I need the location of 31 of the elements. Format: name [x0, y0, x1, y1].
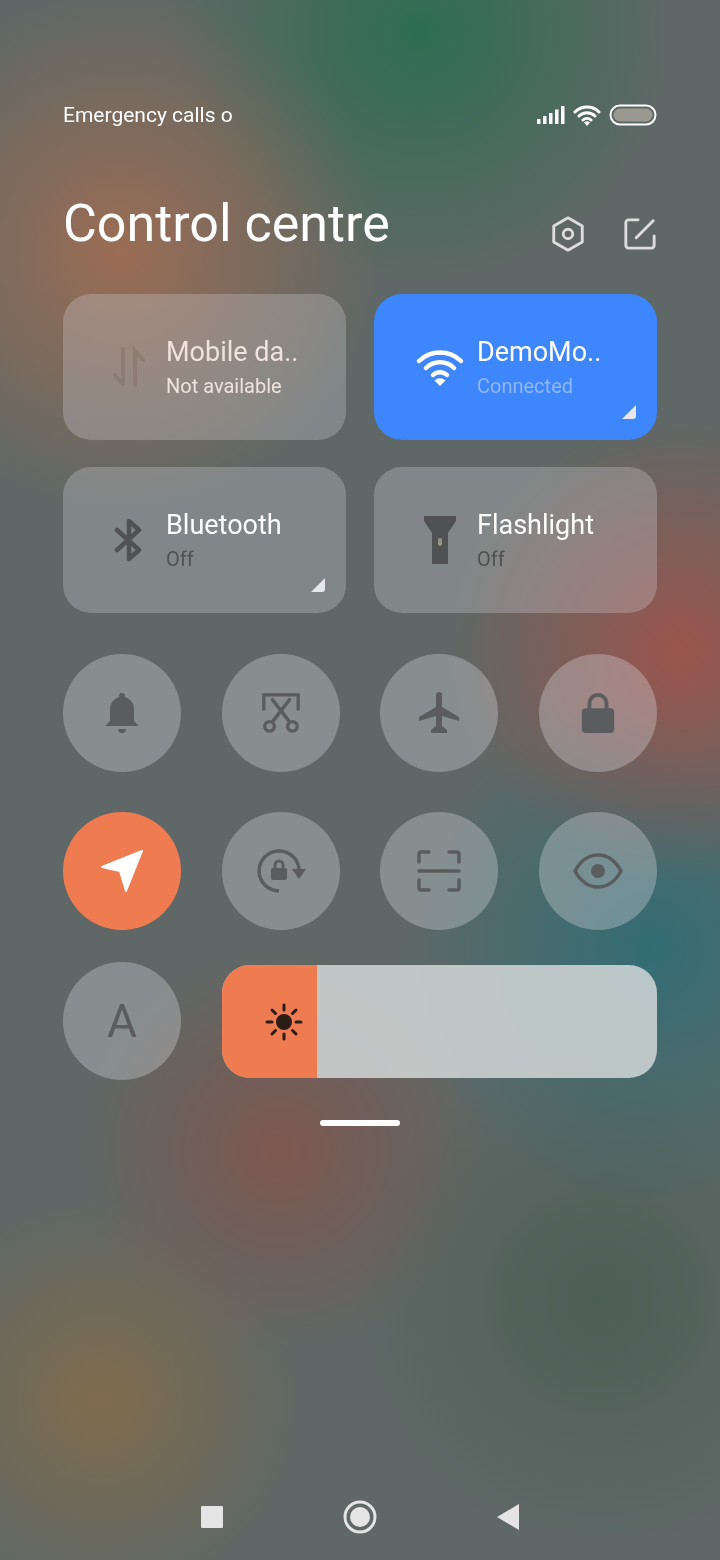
- panel-title: Control centre: [63, 192, 390, 256]
- rotation-lock-icon: [254, 847, 307, 895]
- airplane-icon: [417, 691, 462, 735]
- tile-status: Off: [477, 547, 506, 571]
- wifi-icon: [415, 347, 465, 387]
- signal-icon: [537, 106, 565, 124]
- tile-title: Flashlight: [477, 509, 594, 541]
- brightness-slider[interactable]: [221, 965, 657, 1078]
- flashlight-icon: [422, 514, 458, 566]
- quick-tile[interactable]: Flashlight Off: [374, 467, 657, 613]
- sun-icon: [263, 1002, 304, 1042]
- tile-status: Connected: [477, 374, 574, 398]
- tile-title: Bluetooth: [166, 509, 282, 541]
- status-text: Emergency calls o: [63, 103, 233, 127]
- home-button[interactable]: [343, 1500, 377, 1534]
- wifi-icon: [573, 104, 601, 126]
- corner-triangle-icon: [621, 404, 637, 420]
- battery-icon: [609, 104, 657, 126]
- tile-title: DemoMo..: [477, 336, 602, 368]
- back-button[interactable]: [497, 1504, 519, 1530]
- tile-status: Not available: [166, 374, 283, 398]
- tile-title: Mobile da..: [166, 336, 299, 368]
- navigation-arrow-icon: [100, 849, 144, 893]
- eye-icon: [572, 853, 623, 889]
- quick-tile[interactable]: DemoMo.. Connected: [374, 294, 657, 440]
- scan-icon: [417, 850, 462, 892]
- settings-icon[interactable]: [549, 214, 587, 254]
- edit-icon[interactable]: [623, 217, 657, 251]
- corner-triangle-icon: [310, 577, 326, 593]
- scissors-icon: [259, 692, 302, 734]
- home-handle[interactable]: [320, 1120, 400, 1126]
